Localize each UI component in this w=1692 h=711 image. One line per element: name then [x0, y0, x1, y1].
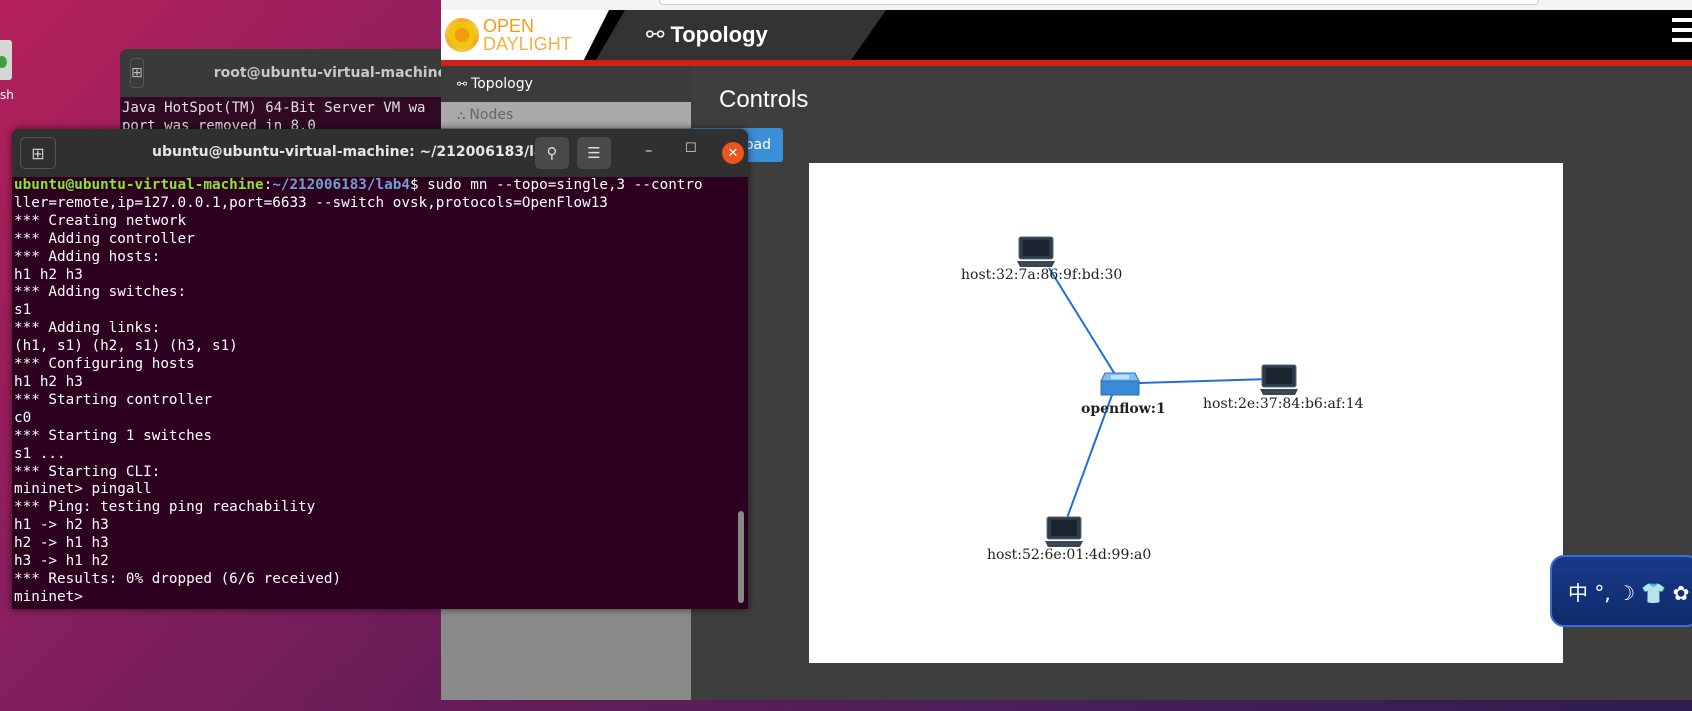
- terminal-line: *** Results: 0% dropped (6/6 received): [14, 570, 342, 587]
- terminal-line: h1 h2 h3: [14, 373, 83, 390]
- host-label: host:32:7a:86:9f:bd:30: [961, 267, 1123, 283]
- close-icon[interactable]: ✕: [722, 142, 744, 164]
- new-tab-icon[interactable]: ⊞: [130, 58, 144, 88]
- topology-tab[interactable]: ⚯ Topology: [596, 10, 886, 60]
- prompt-path: ~/212006183/lab4: [272, 177, 410, 193]
- terminal-window[interactable]: ⊞ ubuntu@ubuntu-virtual-machine: ~/21200…: [12, 129, 748, 609]
- host-icon: [1045, 516, 1083, 547]
- terminal-line: mininet>: [14, 588, 83, 605]
- switch-label: openflow:1: [1081, 401, 1166, 417]
- terminal-line: *** Creating network: [14, 212, 187, 229]
- terminal-line: *** Adding hosts:: [14, 248, 161, 265]
- topology-graph: [1017, 236, 1298, 547]
- command-text: $ sudo mn --topo=single,3 --contro: [409, 177, 703, 193]
- menu-icon[interactable]: ☰: [577, 137, 611, 169]
- topology-tab-title: Topology: [670, 22, 768, 47]
- terminal-line: s1: [14, 302, 32, 319]
- terminal-line: h2 -> h1 h3: [14, 535, 109, 552]
- hamburger-menu-icon[interactable]: [1672, 18, 1692, 52]
- terminal-output[interactable]: ubuntu@ubuntu-virtual-machine:~/21200618…: [14, 177, 734, 609]
- back-terminal-title: root@ubuntu-virtual-machine: ~/...: [213, 65, 450, 81]
- terminal-line: ller=remote,ip=127.0.0.1,port=6633 --swi…: [14, 194, 608, 211]
- terminal-line: *** Ping: testing ping reachability: [14, 499, 316, 516]
- link-host2: [1138, 378, 1271, 384]
- logo-line-1: OPEN: [483, 16, 535, 36]
- link-icon: ⚯: [646, 22, 665, 48]
- host-icon: [1260, 364, 1298, 395]
- terminal-line: c0: [14, 409, 32, 426]
- desktop-icon-label: sh: [0, 88, 14, 102]
- sidebar-item-nodes[interactable]: ⛬ Nodes: [441, 102, 691, 128]
- opendaylight-flower-icon: [445, 18, 479, 52]
- main-content: Controls eload host:32:7a:86:9f:bd:30 ho…: [691, 66, 1692, 700]
- minimize-icon[interactable]: –: [645, 141, 653, 159]
- switch-icon: [1100, 372, 1140, 396]
- host-icon: [1017, 236, 1055, 267]
- topology-canvas[interactable]: host:32:7a:86:9f:bd:30 host:2e:37:84:b6:…: [809, 163, 1563, 663]
- terminal-line: *** Starting 1 switches: [14, 427, 212, 444]
- terminal-scrollbar[interactable]: [738, 511, 744, 603]
- url-bar[interactable]: [659, 0, 1539, 5]
- page-title: Controls: [719, 86, 809, 113]
- url-strip: [441, 0, 1692, 10]
- terminal-line: *** Starting controller: [14, 391, 212, 408]
- terminal-line: s1 ...: [14, 445, 66, 462]
- sidebar-item-label: Topology: [471, 76, 533, 92]
- terminal-line: *** Adding controller: [14, 230, 195, 247]
- back-terminal-line: Java HotSpot(TM) 64-Bit Server VM wa: [122, 100, 426, 116]
- terminal-title: ubuntu@ubuntu-virtual-machine: ~/2120061…: [152, 144, 564, 160]
- terminal-line: *** Starting CLI:: [14, 463, 161, 480]
- sidebar-item-label: Nodes: [469, 107, 514, 123]
- terminal-line: *** Adding switches:: [14, 284, 187, 301]
- terminal-line: (h1, s1) (h2, s1) (h3, s1): [14, 338, 238, 355]
- link-icon: ⚯: [457, 77, 468, 91]
- terminal-titlebar[interactable]: ⊞ ubuntu@ubuntu-virtual-machine: ~/21200…: [12, 129, 748, 177]
- opendaylight-logo[interactable]: OPEN DAYLIGHT: [441, 10, 609, 60]
- terminal-line: *** Adding links:: [14, 320, 161, 337]
- logo-line-2: DAYLIGHT: [483, 34, 572, 54]
- back-terminal-titlebar[interactable]: ⊞ root@ubuntu-virtual-machine: ~/...: [120, 49, 450, 97]
- terminal-line: h3 -> h1 h2: [14, 553, 109, 570]
- sitemap-icon: ⛬: [457, 107, 466, 122]
- new-tab-icon[interactable]: ⊞: [20, 137, 56, 169]
- desktop-app-icon[interactable]: [0, 40, 12, 80]
- sidebar-item-topology[interactable]: ⚯ Topology: [441, 66, 691, 102]
- search-icon[interactable]: ⚲: [535, 137, 569, 169]
- host-label: host:52:6e:01:4d:99:a0: [987, 547, 1152, 563]
- terminal-line: *** Configuring hosts: [14, 356, 195, 373]
- link-host1: [1048, 267, 1117, 377]
- maximize-icon[interactable]: ☐: [685, 141, 697, 156]
- ime-toolbar-text: 中 °, ☽ 👕 ✿: [1568, 580, 1690, 605]
- ime-toolbar[interactable]: 中 °, ☽ 👕 ✿: [1550, 555, 1692, 627]
- terminal-line: h1 -> h2 h3: [14, 517, 109, 534]
- back-terminal-window[interactable]: ⊞ root@ubuntu-virtual-machine: ~/... Jav…: [120, 49, 450, 139]
- terminal-line: mininet> pingall: [14, 481, 152, 498]
- app-header: ⚯ Topology OPEN DAYLIGHT: [441, 10, 1692, 60]
- terminal-line: h1 h2 h3: [14, 266, 83, 283]
- host-label: host:2e:37:84:b6:af:14: [1203, 396, 1364, 412]
- prompt-user: ubuntu@ubuntu-virtual-machine: [14, 177, 264, 193]
